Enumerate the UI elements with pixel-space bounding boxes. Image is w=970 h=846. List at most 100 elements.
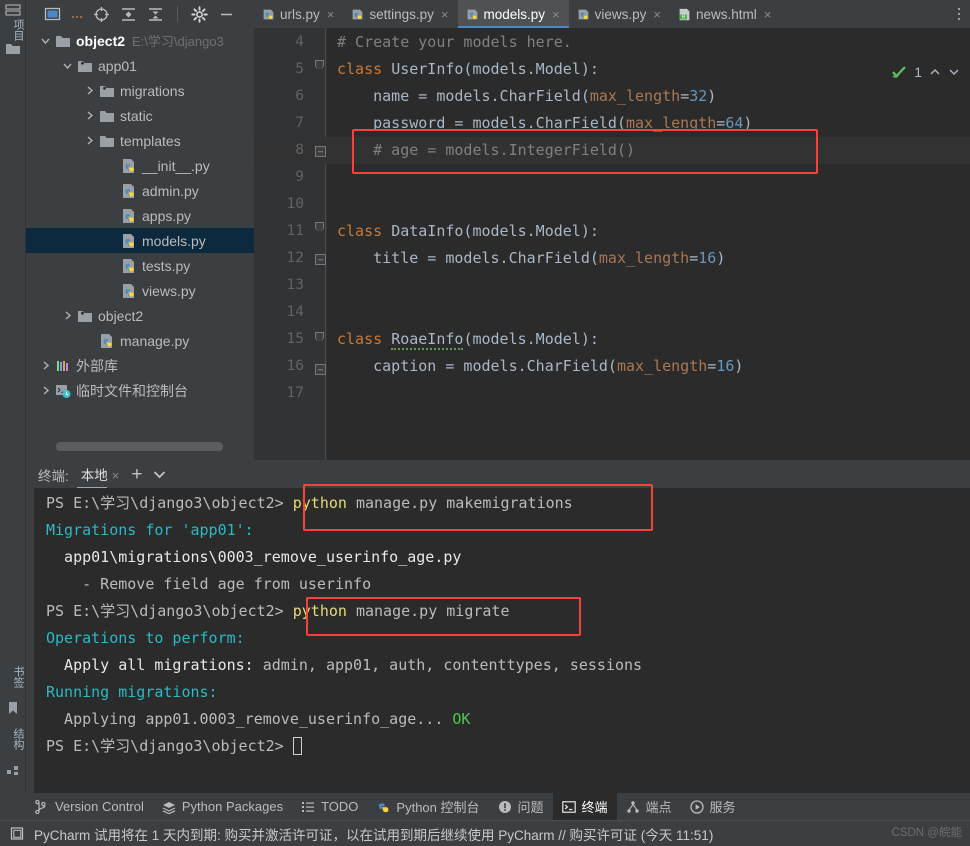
code-line[interactable]: # age = models.IntegerField() (337, 137, 635, 164)
terminal-tab-local[interactable]: 本地 × (76, 460, 122, 489)
tab-close-icon[interactable]: × (552, 7, 560, 22)
fold-end-roaeinfo[interactable]: – (315, 364, 326, 375)
folder-strip-icon[interactable] (4, 40, 22, 56)
tree-node-static[interactable]: static (26, 103, 254, 128)
tree-node-app01[interactable]: app01 (26, 53, 254, 78)
code-line[interactable]: name = models.CharField(max_length=32) (337, 83, 716, 110)
fold-end-userinfo[interactable]: – (315, 146, 326, 157)
tree-node-label: apps.py (142, 207, 192, 224)
bookmarks-strip-label[interactable]: 书签 (0, 660, 26, 694)
tree-node-templates[interactable]: templates (26, 128, 254, 153)
fold-marker-class-datainfo[interactable] (315, 222, 324, 231)
tree-node-__init__-py[interactable]: __init__.py (26, 153, 254, 178)
code-line[interactable]: class RoaeInfo(models.Model): (337, 326, 599, 353)
bookmark-icon[interactable] (4, 700, 22, 716)
code-editor[interactable]: 4 # Create your models here. 5 class UserIn… (255, 28, 970, 460)
statusbar-endpoints[interactable]: 端点 (617, 793, 681, 820)
editor-tab-models-py[interactable]: models.py × (457, 0, 569, 28)
structure-icon[interactable] (4, 762, 22, 778)
fold-end-datainfo[interactable]: – (315, 254, 326, 265)
more-options-icon[interactable] (71, 6, 83, 23)
code-line[interactable] (337, 299, 346, 326)
statusbar-terminal[interactable]: 终端 (552, 793, 617, 820)
statusbar-services[interactable]: 服务 (681, 793, 745, 820)
chevron-right-icon[interactable] (84, 85, 95, 96)
chevron-down-icon[interactable] (152, 467, 167, 482)
tree-node-admin-py[interactable]: admin.py (26, 178, 254, 203)
license-notification-bar[interactable]: PyCharm 试用将在 1 天内到期: 购买并激活许可证，以在试用到期后继续使… (0, 820, 970, 846)
code-line[interactable] (337, 380, 346, 407)
tree-node-tests-py[interactable]: tests.py (26, 253, 254, 278)
todo-list-icon (302, 801, 315, 812)
tree-node-migrations[interactable]: migrations (26, 78, 254, 103)
line-number: 10 (286, 196, 304, 212)
chevron-down-icon[interactable] (62, 60, 73, 71)
fold-marker-class-userinfo[interactable] (315, 60, 324, 69)
endpoints-icon (626, 800, 639, 813)
collapse-all-icon[interactable] (147, 6, 164, 23)
editor-tab-settings-py[interactable]: settings.py × (343, 0, 457, 28)
tab-close-icon[interactable]: × (441, 7, 449, 22)
tab-close-icon[interactable]: × (327, 7, 335, 22)
statusbar-branch[interactable]: Version Control (26, 795, 153, 818)
code-line[interactable] (337, 164, 346, 191)
project-horizontal-scrollbar[interactable] (56, 442, 223, 451)
bottom-status-bar: Version Control Python Packages TODO Python… (0, 793, 970, 820)
tree-node-临时文件和控制台[interactable]: 临时文件和控制台 (26, 378, 254, 403)
tree-node-models-py[interactable]: models.py (26, 228, 254, 253)
tab-close-icon[interactable]: × (764, 7, 772, 22)
terminal-output[interactable]: PS E:\学习\django3\object2> python manage.… (26, 488, 970, 793)
code-line[interactable]: # Create your models here. (337, 29, 572, 56)
tree-node-manage-py[interactable]: manage.py (26, 328, 254, 353)
code-line[interactable] (337, 272, 346, 299)
terminal-line: Running migrations: (46, 683, 218, 701)
statusbar-label: Python 控制台 (396, 800, 480, 815)
editor-tab-urls-py[interactable]: urls.py × (254, 0, 343, 28)
line-number: 11 (286, 223, 304, 239)
line-number: 12 (286, 250, 304, 266)
terminal-tab-close-icon[interactable]: × (112, 468, 120, 483)
chevron-down-icon[interactable] (948, 66, 960, 78)
tree-node-object2[interactable]: object2 E:\学习\django3 (26, 28, 254, 53)
project-widget-icon[interactable] (44, 6, 61, 23)
chevron-down-icon[interactable] (40, 35, 51, 46)
tree-node-object2[interactable]: object2 (26, 303, 254, 328)
statusbar-problems[interactable]: 问题 (489, 793, 553, 820)
chevron-right-icon[interactable] (40, 385, 51, 396)
tree-node-外部库[interactable]: 外部库 (26, 353, 254, 378)
tree-node-apps-py[interactable]: apps.py (26, 203, 254, 228)
chevron-right-icon[interactable] (84, 135, 95, 146)
editor-tab-views-py[interactable]: views.py × (569, 0, 670, 28)
locate-target-icon[interactable] (93, 6, 110, 23)
settings-gear-icon[interactable] (191, 5, 208, 23)
module-folder-icon (100, 85, 114, 97)
tab-overflow-menu-icon[interactable] (948, 0, 970, 28)
line-number: 16 (286, 358, 304, 374)
code-line[interactable]: password = models.CharField(max_length=6… (337, 110, 752, 137)
statusbar-python-console[interactable]: Python 控制台 (367, 793, 488, 820)
folder-icon (100, 135, 114, 147)
tree-node-label: app01 (98, 57, 137, 74)
structure-strip-label[interactable]: 结构 (0, 722, 26, 756)
hide-panel-icon[interactable] (218, 6, 235, 23)
chevron-right-icon[interactable] (84, 110, 95, 121)
expand-all-icon[interactable] (120, 6, 137, 23)
code-line[interactable]: class DataInfo(models.Model): (337, 218, 599, 245)
fold-marker-class-roaeinfo[interactable] (315, 332, 324, 341)
editor-tab-news-html[interactable]: Hnews.html × (670, 0, 780, 28)
python-console-icon (379, 802, 389, 812)
tree-node-views-py[interactable]: views.py (26, 278, 254, 303)
tab-close-icon[interactable]: × (653, 7, 661, 22)
inspection-widget[interactable]: 1 (891, 64, 960, 80)
new-terminal-button[interactable]: + (131, 465, 142, 484)
chevron-right-icon[interactable] (40, 360, 51, 371)
code-line[interactable]: title = models.CharField(max_length=16) (337, 245, 725, 272)
chevron-up-icon[interactable] (929, 66, 941, 78)
code-line[interactable]: caption = models.CharField(max_length=16… (337, 353, 743, 380)
code-line[interactable]: class UserInfo(models.Model): (337, 56, 599, 83)
statusbar-packages[interactable]: Python Packages (153, 795, 292, 818)
inspection-count: 1 (914, 64, 922, 80)
statusbar-todo-list[interactable]: TODO (292, 795, 367, 818)
chevron-right-icon[interactable] (62, 310, 73, 321)
code-line[interactable] (337, 191, 346, 218)
